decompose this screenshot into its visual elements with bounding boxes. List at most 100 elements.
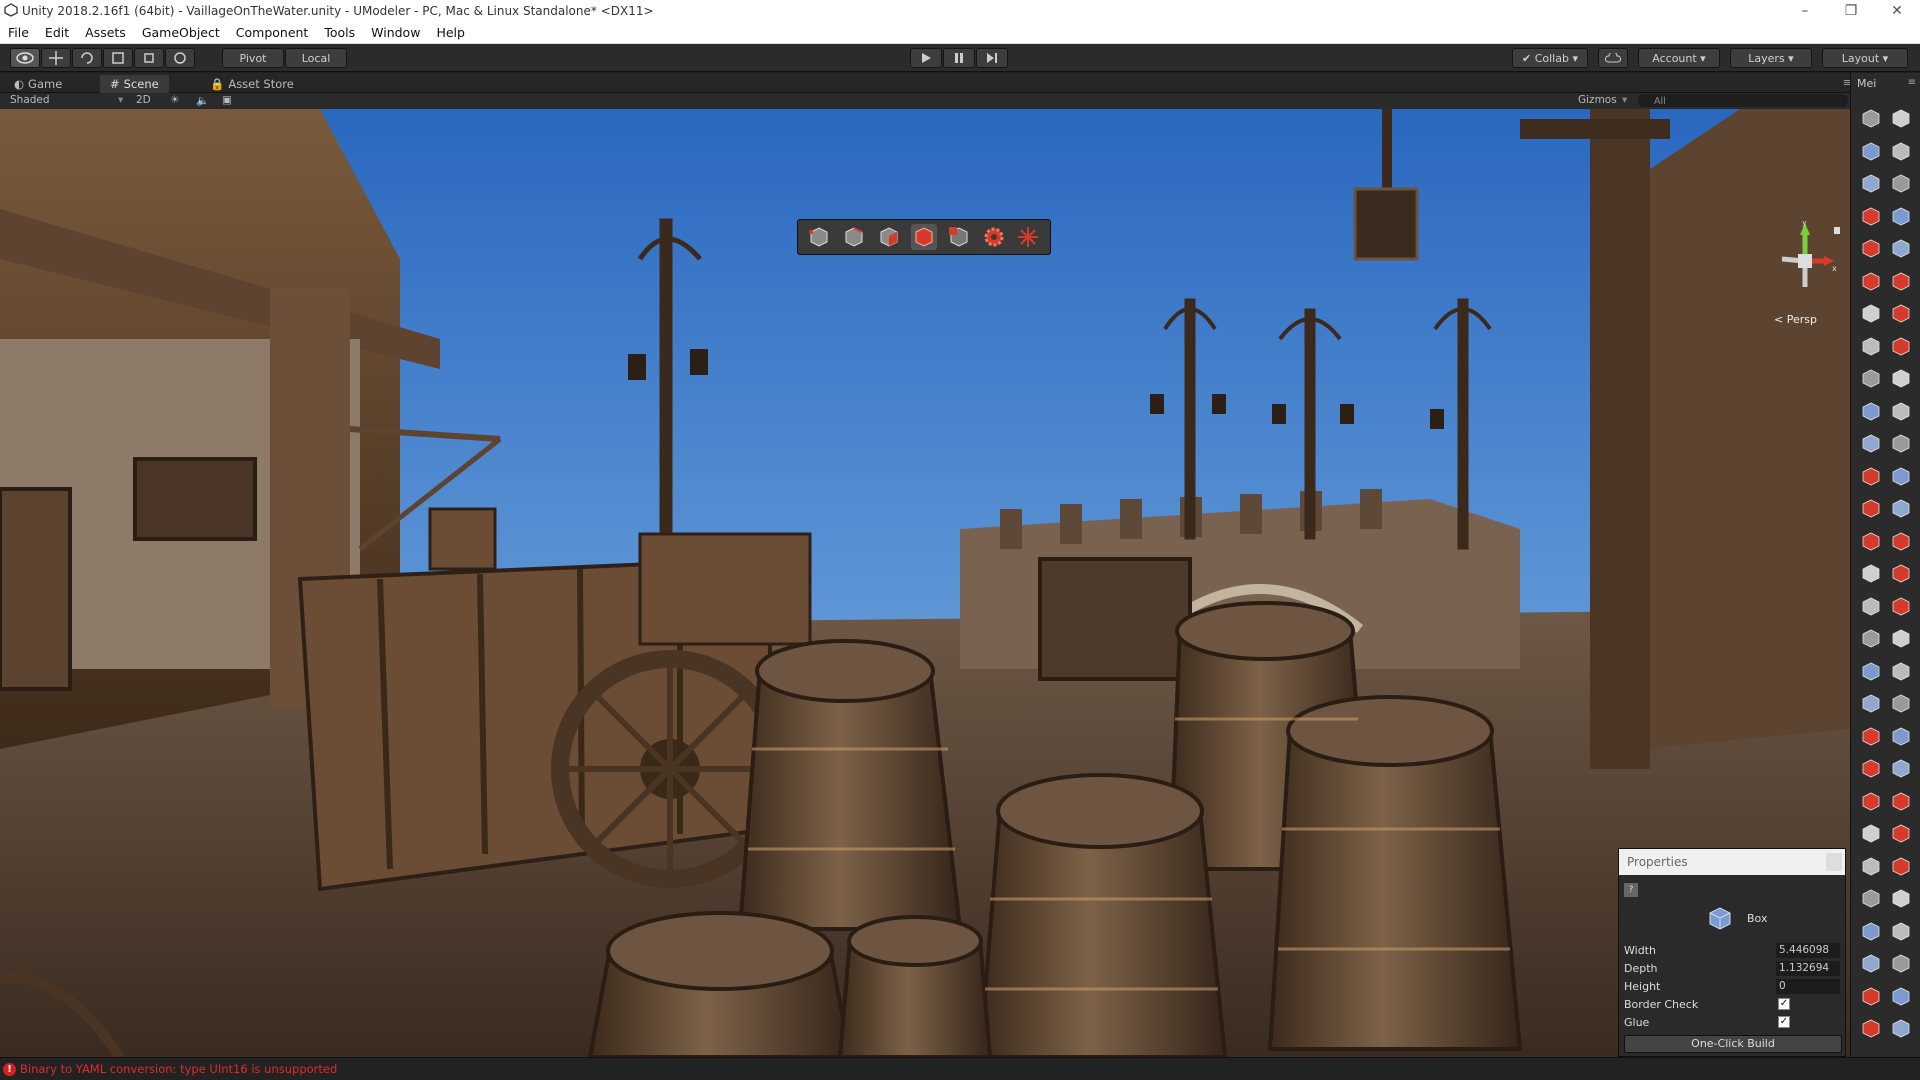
local-toggle[interactable]: Local — [285, 48, 347, 68]
umodeler-tool-button[interactable] — [1889, 626, 1913, 650]
cloud-button[interactable] — [1598, 48, 1628, 68]
lighting-toggle-icon[interactable]: ☀ — [170, 94, 179, 106]
console-error-message[interactable]: Binary to YAML conversion: type UInt16 i… — [20, 1062, 337, 1076]
effects-toggle-icon[interactable]: ▣ — [222, 94, 232, 106]
umodeler-tool-button[interactable] — [1889, 301, 1913, 325]
umodeler-tool-button[interactable] — [1859, 561, 1883, 585]
umodeler-tool-button[interactable] — [1859, 984, 1883, 1008]
depth-field[interactable]: 1.132694 — [1776, 961, 1840, 976]
umodeler-tool-button[interactable] — [1889, 821, 1913, 845]
umodeler-tool-button[interactable] — [1859, 821, 1883, 845]
2d-toggle[interactable]: 2D — [136, 94, 151, 106]
umodeler-tool-button[interactable] — [1889, 724, 1913, 748]
umodeler-tool-button[interactable] — [1859, 171, 1883, 195]
umodeler-tool-button[interactable] — [1859, 366, 1883, 390]
tab-mei[interactable]: Mei — [1857, 77, 1876, 90]
scene-search-input[interactable]: All — [1638, 94, 1848, 107]
panel-options-icon[interactable]: ≡ — [1908, 77, 1916, 88]
rotate-tool-button[interactable] — [72, 48, 102, 68]
projection-label[interactable]: < Persp — [1774, 313, 1817, 326]
umodeler-tool-button[interactable] — [1859, 269, 1883, 293]
menu-edit[interactable]: Edit — [37, 25, 77, 40]
edge-mode-button[interactable] — [841, 224, 867, 250]
umodeler-tool-button[interactable] — [1889, 659, 1913, 683]
transform-tool-button[interactable] — [165, 48, 195, 68]
step-button[interactable] — [976, 48, 1008, 68]
umodeler-tool-button[interactable] — [1889, 399, 1913, 423]
umodeler-tool-button[interactable] — [1859, 626, 1883, 650]
tab-game[interactable]: ◐ Game — [4, 75, 72, 93]
umodeler-tool-button[interactable] — [1889, 691, 1913, 715]
umodeler-tool-button[interactable] — [1859, 106, 1883, 130]
minimize-button[interactable]: – — [1782, 3, 1828, 19]
element-mode-button[interactable] — [946, 224, 972, 250]
umodeler-tool-button[interactable] — [1859, 854, 1883, 878]
tab-asset-store[interactable]: 🔒 Asset Store — [200, 75, 304, 93]
umodeler-tool-button[interactable] — [1859, 951, 1883, 975]
umodeler-tool-button[interactable] — [1859, 431, 1883, 455]
border-check-checkbox[interactable]: ✓ — [1778, 998, 1790, 1010]
umodeler-tool-button[interactable] — [1859, 399, 1883, 423]
scale-tool-button[interactable] — [103, 48, 133, 68]
layers-dropdown[interactable]: Layers ▾ — [1730, 48, 1812, 68]
umodeler-tool-button[interactable] — [1889, 919, 1913, 943]
vertex-mode-button[interactable] — [806, 224, 832, 250]
settings-button[interactable] — [981, 224, 1007, 250]
umodeler-tool-button[interactable] — [1859, 886, 1883, 910]
menu-help[interactable]: Help — [428, 25, 473, 40]
play-button[interactable] — [910, 48, 942, 68]
menu-component[interactable]: Component — [228, 25, 317, 40]
pivot-tool-button[interactable] — [1015, 224, 1041, 250]
menu-file[interactable]: File — [0, 25, 37, 40]
orientation-gizmo[interactable]: x y < Persp — [1760, 218, 1850, 331]
umodeler-tool-button[interactable] — [1889, 431, 1913, 455]
gizmos-dropdown[interactable]: Gizmos — [1578, 94, 1617, 106]
menu-tools[interactable]: Tools — [316, 25, 363, 40]
umodeler-tool-button[interactable] — [1889, 951, 1913, 975]
width-field[interactable]: 5.446098 — [1776, 943, 1840, 958]
umodeler-tool-button[interactable] — [1859, 756, 1883, 780]
move-tool-button[interactable] — [41, 48, 71, 68]
close-button[interactable]: ✕ — [1874, 3, 1920, 19]
umodeler-tool-button[interactable] — [1889, 139, 1913, 163]
umodeler-tool-button[interactable] — [1889, 529, 1913, 553]
umodeler-tool-button[interactable] — [1859, 724, 1883, 748]
umodeler-tool-button[interactable] — [1859, 139, 1883, 163]
menu-window[interactable]: Window — [363, 25, 428, 40]
umodeler-tool-button[interactable] — [1859, 204, 1883, 228]
umodeler-tool-button[interactable] — [1889, 204, 1913, 228]
collab-dropdown[interactable]: ✔ Collab ▾ — [1512, 48, 1588, 68]
umodeler-tool-button[interactable] — [1889, 886, 1913, 910]
view-tool-button[interactable] — [10, 48, 40, 68]
umodeler-tool-button[interactable] — [1889, 106, 1913, 130]
umodeler-tool-button[interactable] — [1859, 301, 1883, 325]
rect-tool-button[interactable] — [134, 48, 164, 68]
umodeler-tool-button[interactable] — [1889, 334, 1913, 358]
umodeler-tool-button[interactable] — [1859, 1016, 1883, 1040]
shading-mode-dropdown[interactable]: Shaded — [10, 94, 50, 106]
account-dropdown[interactable]: Account ▾ — [1638, 48, 1720, 68]
umodeler-tool-button[interactable] — [1889, 496, 1913, 520]
audio-toggle-icon[interactable]: 🔈 — [196, 94, 209, 107]
umodeler-tool-button[interactable] — [1889, 561, 1913, 585]
umodeler-tool-button[interactable] — [1859, 496, 1883, 520]
umodeler-tool-button[interactable] — [1889, 756, 1913, 780]
umodeler-tool-button[interactable] — [1859, 529, 1883, 553]
umodeler-tool-button[interactable] — [1889, 789, 1913, 813]
tab-scene[interactable]: # Scene — [100, 75, 169, 93]
umodeler-tool-button[interactable] — [1889, 464, 1913, 488]
scene-viewport[interactable]: x y < Persp Properties ? Box Width 5.4460… — [0, 109, 1850, 1057]
umodeler-tool-button[interactable] — [1859, 236, 1883, 260]
umodeler-tool-button[interactable] — [1889, 1016, 1913, 1040]
umodeler-tool-button[interactable] — [1859, 659, 1883, 683]
pivot-toggle[interactable]: Pivot — [222, 48, 284, 68]
pause-button[interactable] — [943, 48, 975, 68]
umodeler-tool-button[interactable] — [1859, 594, 1883, 618]
umodeler-tool-button[interactable] — [1889, 269, 1913, 293]
umodeler-tool-button[interactable] — [1859, 334, 1883, 358]
umodeler-tool-button[interactable] — [1859, 691, 1883, 715]
face-mode-button[interactable] — [876, 224, 902, 250]
object-mode-button[interactable] — [910, 224, 937, 250]
umodeler-tool-button[interactable] — [1889, 594, 1913, 618]
umodeler-tool-button[interactable] — [1889, 171, 1913, 195]
